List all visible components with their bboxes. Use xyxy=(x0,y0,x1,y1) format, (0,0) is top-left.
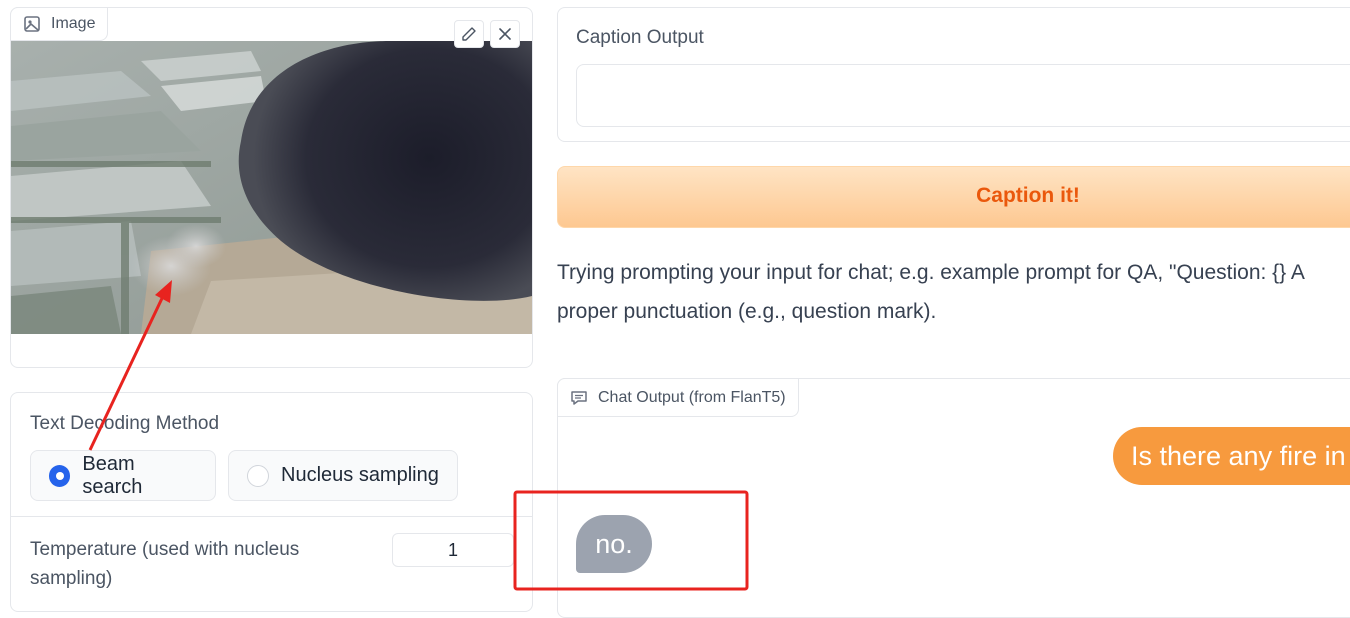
annotation-overlay xyxy=(88,280,749,591)
red-box-annotation xyxy=(513,490,749,591)
red-arrow-annotation xyxy=(88,280,172,451)
